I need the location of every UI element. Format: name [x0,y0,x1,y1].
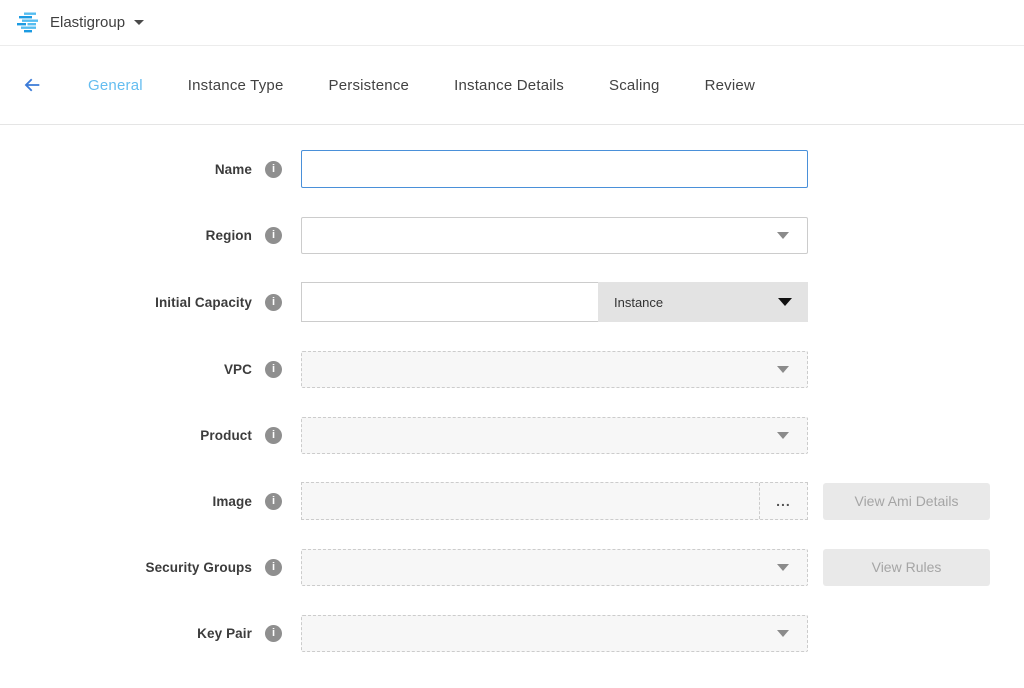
vpc-select [301,351,808,388]
app-switcher-chevron-down-icon[interactable] [134,20,144,25]
initial-capacity-label: Initial Capacity [0,295,252,310]
security-groups-info-icon[interactable]: i [265,559,282,576]
back-button[interactable] [20,73,44,97]
chevron-down-icon [777,630,789,637]
chevron-down-icon [777,366,789,373]
key-pair-select [301,615,808,652]
region-info-icon[interactable]: i [265,227,282,244]
form-row-image: Image i ... View Ami Details [0,482,1024,520]
security-groups-label: Security Groups [0,560,252,575]
arrow-left-icon [21,74,43,96]
vpc-info-icon[interactable]: i [265,361,282,378]
view-rules-button[interactable]: View Rules [823,549,990,586]
name-info-icon[interactable]: i [265,161,282,178]
image-picker: ... [301,482,808,520]
key-pair-info-icon[interactable]: i [265,625,282,642]
image-browse-button[interactable]: ... [759,483,807,519]
product-label: Product [0,428,252,443]
wizard-tabs: General Instance Type Persistence Instan… [88,77,800,94]
image-info-icon[interactable]: i [265,493,282,510]
tab-general[interactable]: General [88,77,143,94]
chevron-down-icon [778,298,792,306]
security-groups-select [301,549,808,586]
initial-capacity-input[interactable] [301,282,598,322]
app-name[interactable]: Elastigroup [50,14,125,31]
form-row-initial-capacity: Initial Capacity i Instance [0,282,1024,322]
wizard-tabbar: General Instance Type Persistence Instan… [0,46,1024,125]
chevron-down-icon [777,232,789,239]
general-settings-form: Name i Region i Initial Capacity i Insta… [0,125,1024,652]
image-label: Image [0,494,252,509]
chevron-down-icon [777,432,789,439]
key-pair-label: Key Pair [0,626,252,641]
image-picker-value [302,483,759,519]
initial-capacity-info-icon[interactable]: i [265,294,282,311]
vpc-label: VPC [0,362,252,377]
tab-persistence[interactable]: Persistence [329,77,410,94]
view-ami-details-button[interactable]: View Ami Details [823,483,990,520]
form-row-region: Region i [0,216,1024,254]
app-header: Elastigroup [0,0,1024,46]
form-row-key-pair: Key Pair i [0,614,1024,652]
name-input[interactable] [301,150,808,188]
capacity-unit-value: Instance [614,295,663,310]
region-select[interactable] [301,217,808,254]
tab-instance-type[interactable]: Instance Type [188,77,284,94]
tab-instance-details[interactable]: Instance Details [454,77,564,94]
form-row-name: Name i [0,150,1024,188]
tab-scaling[interactable]: Scaling [609,77,660,94]
tab-review[interactable]: Review [705,77,755,94]
name-label: Name [0,162,252,177]
form-row-product: Product i [0,416,1024,454]
form-row-security-groups: Security Groups i View Rules [0,548,1024,586]
capacity-unit-select[interactable]: Instance [598,282,808,322]
product-info-icon[interactable]: i [265,427,282,444]
chevron-down-icon [777,564,789,571]
form-row-vpc: VPC i [0,350,1024,388]
region-label: Region [0,228,252,243]
elastigroup-logo-icon[interactable] [16,11,40,35]
product-select [301,417,808,454]
